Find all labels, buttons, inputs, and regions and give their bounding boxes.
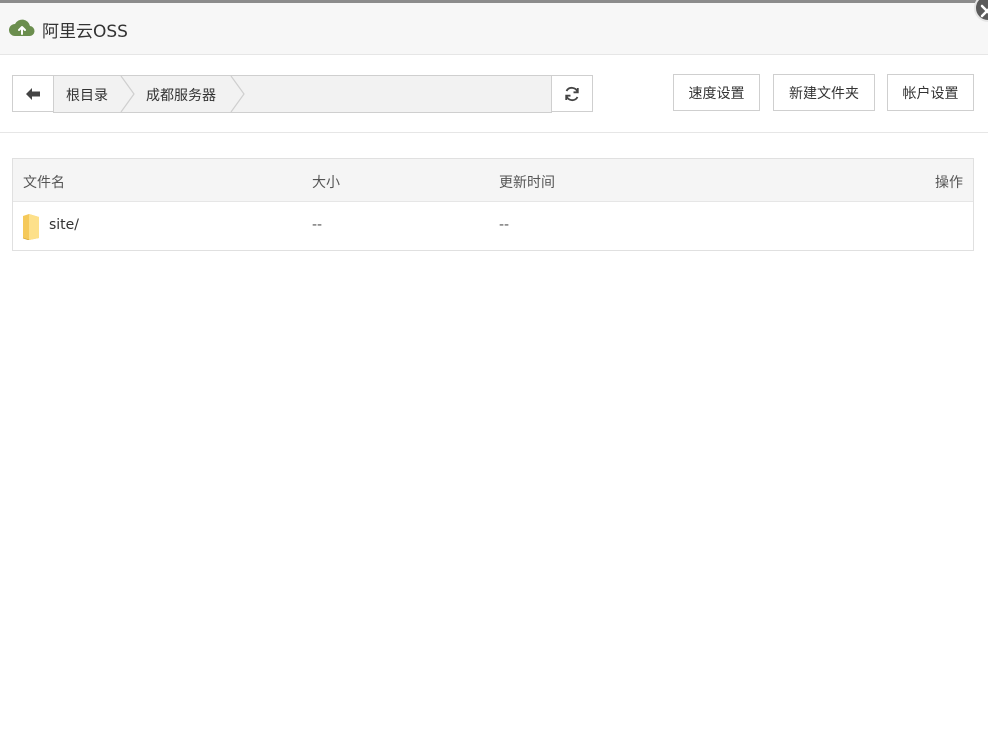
chevron-right-icon [120,76,135,112]
account-settings-button[interactable]: 帐户设置 [887,74,974,111]
column-header-updated[interactable]: 更新时间 [499,172,555,192]
file-size: -- [312,217,323,233]
speed-settings-button[interactable]: 速度设置 [673,74,760,111]
column-header-name[interactable]: 文件名 [23,172,65,192]
table-row[interactable]: site/ -- -- [13,202,973,250]
column-header-size[interactable]: 大小 [312,172,340,192]
file-name-link[interactable]: site/ [49,217,79,233]
new-folder-button[interactable]: 新建文件夹 [773,74,875,111]
column-header-actions: 操作 [935,175,963,191]
close-icon [980,4,988,18]
breadcrumb-root[interactable]: 根目录 [66,85,108,105]
refresh-icon [565,86,579,101]
breadcrumb: 根目录 成都服务器 [53,75,552,113]
refresh-button[interactable] [551,75,593,112]
table-header: 文件名 大小 更新时间 操作 [13,159,973,202]
toolbar: 根目录 成都服务器 速度设置 新建文件夹 帐户设置 [0,55,988,133]
breadcrumb-current[interactable]: 成都服务器 [146,85,216,105]
cloud-upload-icon [9,16,35,44]
app-title: 阿里云OSS [42,22,128,42]
arrow-left-icon [26,87,40,100]
folder-icon [22,214,40,244]
file-updated: -- [499,217,510,233]
back-button[interactable] [12,75,54,112]
chevron-right-icon [230,76,245,112]
file-table: 文件名 大小 更新时间 操作 site/ -- -- [12,158,974,251]
title-bar: 阿里云OSS [0,3,988,55]
